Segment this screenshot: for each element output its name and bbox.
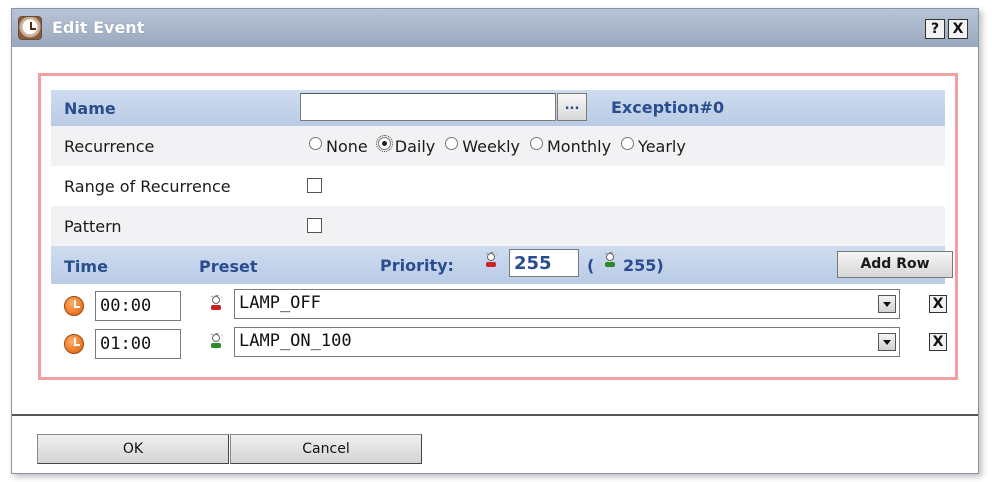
recurrence-option-label: Yearly	[638, 136, 686, 156]
exception-label: Exception#0	[611, 98, 725, 117]
preset-header: Preset	[199, 257, 258, 276]
schedule-row: LAMP_OFF X	[51, 288, 947, 324]
chevron-down-icon[interactable]	[878, 295, 896, 313]
lamp-off-icon	[209, 295, 223, 318]
radio-monthly[interactable]	[529, 136, 543, 150]
range-label: Range of Recurrence	[64, 177, 231, 196]
name-row: Name ... Exception#0	[51, 90, 945, 126]
pattern-row: Pattern	[51, 206, 945, 246]
name-input[interactable]	[300, 93, 556, 121]
recurrence-option-label: Weekly	[462, 136, 520, 156]
lamp-icon	[484, 252, 498, 275]
event-form-frame: Name ... Exception#0 Recurrence None Dai…	[38, 73, 958, 380]
priority-input[interactable]	[509, 249, 579, 277]
radio-yearly[interactable]	[621, 136, 635, 150]
priority-current: 255)	[623, 256, 664, 275]
time-header: Time	[64, 257, 108, 276]
recurrence-option-label: None	[326, 136, 368, 156]
range-row: Range of Recurrence	[51, 166, 945, 206]
chevron-down-icon[interactable]	[878, 333, 896, 351]
pattern-label: Pattern	[64, 217, 122, 236]
recurrence-option-label: Monthly	[546, 136, 612, 156]
radio-none[interactable]	[309, 136, 322, 150]
recurrence-option-monthly[interactable]: Monthly	[529, 136, 612, 156]
delete-row-button[interactable]: X	[929, 295, 947, 313]
recurrence-label: Recurrence	[64, 137, 155, 156]
preset-select[interactable]: LAMP_ON_100	[234, 327, 900, 357]
recurrence-option-none[interactable]: None	[309, 136, 368, 156]
recurrence-radio-group: None Daily Weekly Monthly Yearly	[309, 128, 696, 164]
priority-paren: (	[587, 256, 595, 275]
schedule-row: LAMP_ON_100 X	[51, 326, 947, 362]
radio-daily[interactable]	[375, 134, 393, 152]
recurrence-option-yearly[interactable]: Yearly	[621, 136, 686, 156]
pattern-checkbox[interactable]	[307, 218, 322, 233]
priority-label: Priority:	[380, 256, 454, 275]
recurrence-option-label: Daily	[394, 136, 436, 156]
lamp-on-icon	[209, 333, 223, 356]
preset-select[interactable]: LAMP_OFF	[234, 289, 900, 319]
clock-icon	[18, 16, 42, 40]
add-row-button[interactable]: Add Row	[837, 251, 953, 278]
radio-weekly[interactable]	[445, 136, 459, 150]
close-button[interactable]: X	[948, 19, 968, 39]
clock-icon[interactable]	[64, 334, 84, 354]
cancel-button[interactable]: Cancel	[230, 434, 422, 464]
recurrence-option-daily[interactable]: Daily	[375, 134, 436, 156]
time-input[interactable]	[95, 291, 181, 321]
time-input[interactable]	[95, 329, 181, 359]
footer-divider	[12, 414, 978, 416]
lamp-icon	[603, 252, 617, 275]
name-label: Name	[64, 99, 116, 118]
title-bar[interactable]: Edit Event ? X	[12, 9, 978, 47]
preset-value: LAMP_ON_100	[239, 331, 352, 351]
ok-button[interactable]: OK	[37, 434, 229, 464]
delete-row-button[interactable]: X	[929, 333, 947, 351]
dialog-title: Edit Event	[52, 18, 145, 37]
recurrence-option-weekly[interactable]: Weekly	[445, 136, 520, 156]
range-checkbox[interactable]	[307, 178, 322, 193]
clock-icon[interactable]	[64, 296, 84, 316]
recurrence-row: Recurrence None Daily Weekly Monthly Yea…	[51, 126, 945, 166]
preset-value: LAMP_OFF	[239, 293, 321, 313]
edit-event-dialog: Edit Event ? X Name ... Exception#0 Recu…	[11, 8, 979, 474]
schedule-header: Time Preset Priority: ( 255) Add Row	[51, 246, 953, 284]
help-button[interactable]: ?	[925, 19, 945, 39]
browse-button[interactable]: ...	[557, 93, 587, 121]
